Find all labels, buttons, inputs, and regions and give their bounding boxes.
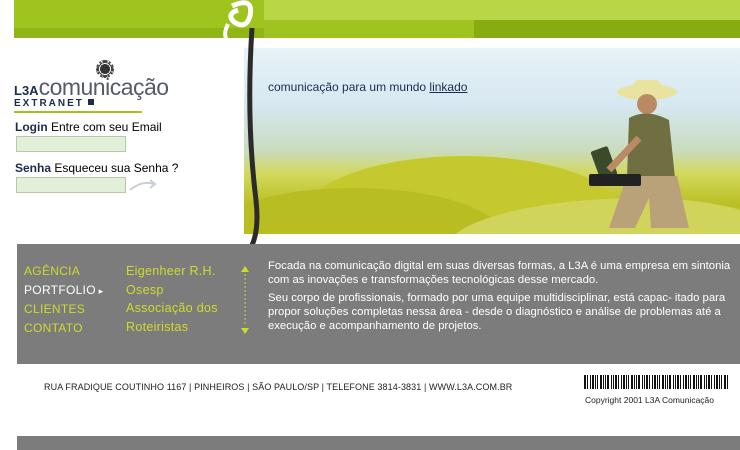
- copyright-text: Copyright 2001 L3A Comunicação: [585, 395, 714, 405]
- nav-portfolio[interactable]: PORTFOLIO: [24, 281, 103, 301]
- swirl-decoration: [223, 0, 260, 254]
- login-label-bold: Login: [15, 120, 48, 134]
- portfolio-item-eigenheer[interactable]: Eigenheer R.H.: [126, 262, 218, 281]
- banner-stripe: [474, 20, 740, 38]
- scroll-down-icon[interactable]: [241, 328, 249, 334]
- submit-arrow-icon[interactable]: [128, 178, 158, 192]
- senha-label-bold: Senha: [15, 161, 52, 175]
- portfolio-list: Eigenheer R.H. Osesp Associação dos Rote…: [126, 262, 218, 336]
- forgot-password-link[interactable]: Esqueceu sua Senha ?: [51, 161, 178, 175]
- info-panel: AGÊNCIA PORTFOLIO CLIENTES CONTATO Eigen…: [17, 244, 740, 364]
- portfolio-item-osesp[interactable]: Osesp: [126, 281, 218, 300]
- sun-icon: [96, 60, 114, 78]
- hero-tagline: comunicação para um mundo linkado: [268, 80, 467, 94]
- login-hint: Entre com seu Email: [47, 120, 162, 134]
- square-icon: [87, 99, 94, 105]
- nav-contato[interactable]: CONTATO: [24, 319, 103, 338]
- nav-clientes[interactable]: CLIENTES: [24, 300, 103, 319]
- password-field[interactable]: [16, 177, 126, 193]
- login-label: Login Entre com seu Email: [15, 120, 162, 134]
- logo-l3a: L3A: [14, 83, 39, 98]
- portfolio-item-roteiristas[interactable]: Roteiristas: [126, 318, 218, 337]
- portfolio-scroller[interactable]: [240, 264, 250, 336]
- banner-stripe: [264, 0, 740, 20]
- bottom-bar: [17, 436, 740, 450]
- tagline-text: comunicação para um mundo: [268, 80, 430, 94]
- extranet-label: EXTRANET: [14, 98, 94, 109]
- agency-description: Focada na comunicação digital em suas di…: [268, 260, 736, 334]
- hero-image: comunicação para um mundo linkado: [244, 48, 740, 234]
- senha-label: Senha Esqueceu sua Senha ?: [15, 161, 178, 175]
- description-paragraph: Focada na comunicação digital em suas di…: [268, 260, 731, 286]
- footer-address: RUA FRADIQUE COUTINHO 1167 | PINHEIROS |…: [44, 382, 513, 392]
- l3a-logo: L3Acomunicação: [14, 60, 169, 101]
- main-nav: AGÊNCIA PORTFOLIO CLIENTES CONTATO: [24, 262, 103, 337]
- login-panel: L3Acomunicação EXTRANET Login Entre com …: [14, 38, 244, 244]
- extranet-text: EXTRANET: [14, 98, 84, 109]
- linkado-link[interactable]: linkado: [429, 80, 467, 94]
- top-banner: [14, 0, 740, 38]
- description-paragraph: Seu corpo de profissionais, formado por …: [268, 292, 726, 332]
- portfolio-item-associacao[interactable]: Associação dos: [126, 299, 218, 318]
- nav-agencia[interactable]: AGÊNCIA: [24, 262, 103, 281]
- email-field[interactable]: [16, 136, 126, 152]
- scroll-up-icon[interactable]: [241, 266, 249, 272]
- logo-divider: [14, 111, 142, 113]
- barcode-icon: [584, 375, 728, 389]
- man-with-laptop-illustration: [589, 80, 689, 228]
